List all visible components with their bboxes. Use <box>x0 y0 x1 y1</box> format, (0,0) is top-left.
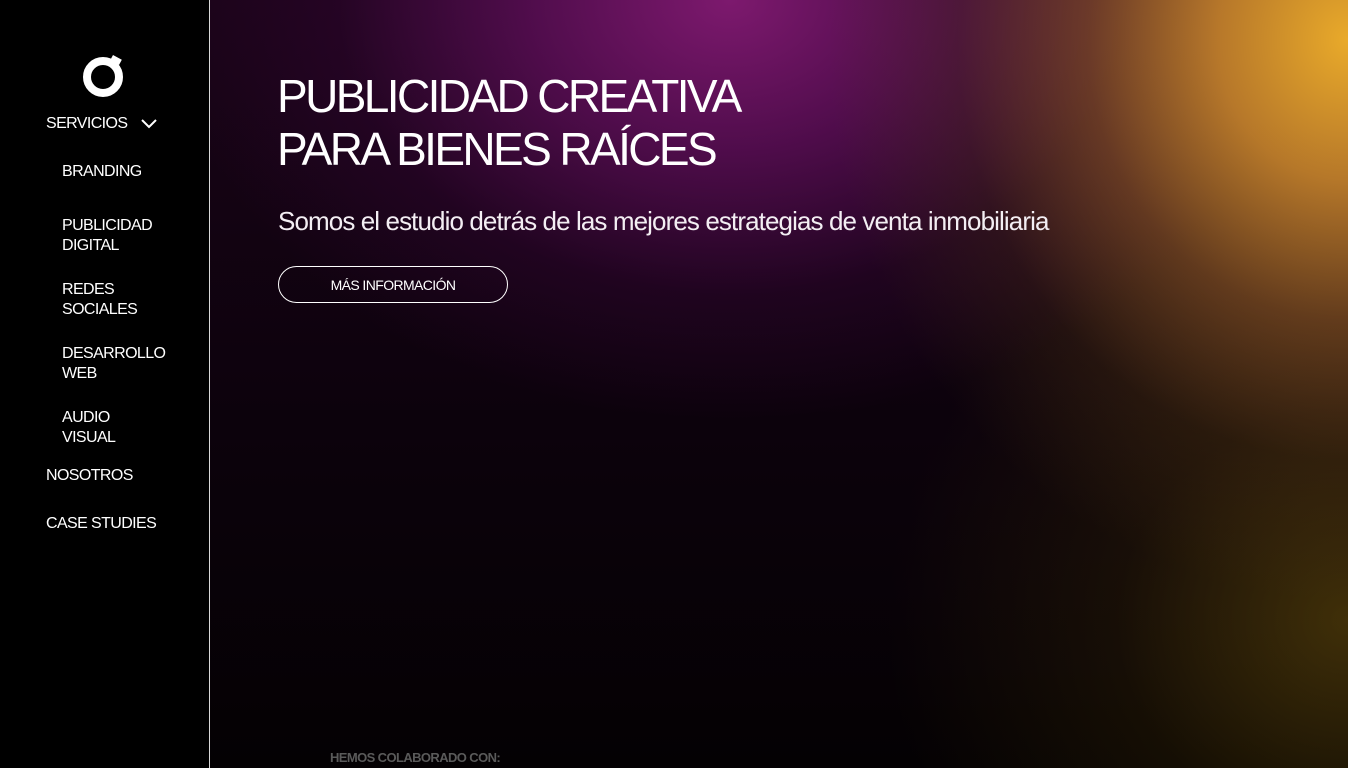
sidebar: SERVICIOS BRANDING PUBLICIDAD DIGITAL RE… <box>0 0 210 768</box>
ring-logo-icon[interactable] <box>81 54 125 98</box>
hero-title-line: PUBLICIDAD CREATIVA <box>277 70 742 122</box>
collaborated-with-heading: HEMOS COLABORADO CON: <box>330 750 501 765</box>
submenu-item-label: REDES <box>62 281 115 298</box>
hero-section: PUBLICIDAD CREATIVA PARA BIENES RAÍCES S… <box>210 0 1348 768</box>
hero-subtitle: Somos el estudio detrás de las mejores e… <box>278 206 1049 236</box>
submenu-item-label: WEB <box>62 365 97 382</box>
nav-servicios[interactable]: SERVICIOS <box>46 115 158 133</box>
submenu-item-audio-visual[interactable]: AUDIO VISUAL <box>62 408 182 448</box>
more-info-button[interactable]: MÁS INFORMACIÓN <box>278 266 508 303</box>
submenu-item-label: DESARROLLO <box>62 345 166 362</box>
chevron-down-icon <box>141 119 158 129</box>
hero-title: PUBLICIDAD CREATIVA PARA BIENES RAÍCES <box>277 70 742 176</box>
submenu-item-label: BRANDING <box>62 163 142 180</box>
submenu-item-label: DIGITAL <box>62 237 119 254</box>
submenu-item-label: AUDIO <box>62 409 110 426</box>
submenu-item-label: VISUAL <box>62 429 116 446</box>
submenu-item-redes-sociales[interactable]: REDES SOCIALES <box>62 280 182 320</box>
nav-nosotros[interactable]: NOSOTROS <box>46 467 133 485</box>
submenu-item-label: PUBLICIDAD <box>62 217 153 234</box>
nav-case-studies[interactable]: CASE STUDIES <box>46 515 157 533</box>
hero-title-line: PARA BIENES RAÍCES <box>277 123 718 175</box>
submenu-item-publicidad-digital[interactable]: PUBLICIDAD DIGITAL <box>62 216 182 256</box>
submenu-item-branding[interactable]: BRANDING <box>62 162 182 182</box>
submenu-item-desarrollo-web[interactable]: DESARROLLO WEB <box>62 344 182 384</box>
submenu-item-label: SOCIALES <box>62 301 138 318</box>
nav-servicios-label: SERVICIOS <box>46 115 128 132</box>
